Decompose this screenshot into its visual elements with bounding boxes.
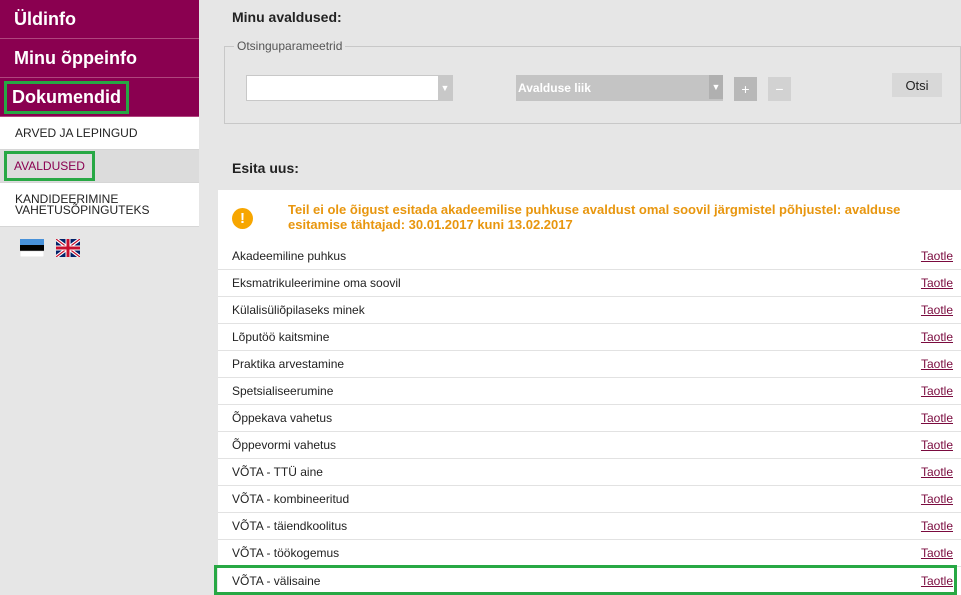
application-type-name: Õppevormi vahetus	[232, 438, 337, 452]
chevron-down-icon: ▼	[709, 75, 723, 99]
apply-link[interactable]: Taotle	[921, 249, 953, 263]
nav-dokumendid-label: Dokumendid	[4, 80, 130, 114]
apply-link[interactable]: Taotle	[921, 465, 953, 479]
nav-dokumendid[interactable]: Dokumendid	[0, 78, 199, 117]
page-title: Minu avaldused:	[232, 9, 342, 25]
sub-item-arved-label: ARVED JA LEPINGUD	[15, 126, 138, 140]
list-item: VÕTA - töökogemus Taotle	[218, 540, 961, 567]
list-item: Spetsialiseerumine Taotle	[218, 378, 961, 405]
sub-item-arved[interactable]: ARVED JA LEPINGUD	[0, 117, 199, 150]
list-item: VÕTA - TTÜ aine Taotle	[218, 459, 961, 486]
apply-link[interactable]: Taotle	[921, 438, 953, 452]
apply-link[interactable]: Taotle	[921, 519, 953, 533]
sub-nav: ARVED JA LEPINGUD AVALDUSED KANDIDEERIMI…	[0, 117, 199, 227]
main-content: Minu avaldused: Otsinguparameetrid ▼ Ava…	[214, 0, 961, 595]
search-fieldset: Otsinguparameetrid ▼ Avalduse liik ▼ + −…	[224, 39, 961, 124]
minus-icon: −	[775, 81, 784, 97]
chevron-down-icon: ▼	[438, 76, 452, 100]
list-item: VÕTA - välisaine Taotle	[218, 567, 961, 594]
apply-link[interactable]: Taotle	[921, 276, 953, 290]
list-item: Õppevormi vahetus Taotle	[218, 432, 961, 459]
apply-link[interactable]: Taotle	[921, 384, 953, 398]
list-item: Akadeemiline puhkus Taotle	[218, 243, 961, 270]
list-item: Lõputöö kaitsmine Taotle	[218, 324, 961, 351]
application-type-name: VÕTA - täiendkoolitus	[232, 519, 348, 533]
application-type-name: Praktika arvestamine	[232, 357, 345, 371]
apply-link[interactable]: Taotle	[921, 546, 953, 560]
application-panel: ! Teil ei ole õigust esitada akadeemilis…	[214, 190, 961, 595]
application-type-name: Õppekava vahetus	[232, 411, 333, 425]
nav-uldinfo[interactable]: Üldinfo	[0, 0, 199, 39]
nav-minu-oppeinfo[interactable]: Minu õppeinfo	[0, 39, 199, 78]
application-type-select[interactable]: Avalduse liik ▼	[516, 75, 723, 101]
search-legend: Otsinguparameetrid	[234, 39, 346, 53]
uk-flag-icon[interactable]	[56, 239, 80, 257]
application-type-name: Külalisüliõpilaseks minek	[232, 303, 365, 317]
application-type-name: VÕTA - TTÜ aine	[232, 465, 323, 479]
search-button[interactable]: Otsi	[892, 73, 942, 97]
plus-icon: +	[741, 81, 750, 97]
application-type-name: VÕTA - välisaine	[232, 573, 321, 588]
submit-new-title: Esita uus:	[232, 160, 299, 176]
application-type-name: Lõputöö kaitsmine	[232, 330, 330, 344]
nav-uldinfo-label: Üldinfo	[14, 8, 76, 29]
add-filter-button[interactable]: +	[734, 77, 757, 101]
list-item: VÕTA - kombineeritud Taotle	[218, 486, 961, 513]
warning-message: ! Teil ei ole õigust esitada akadeemilis…	[218, 190, 961, 242]
apply-link[interactable]: Taotle	[921, 330, 953, 344]
list-item: Eksmatrikuleerimine oma soovil Taotle	[218, 270, 961, 297]
remove-filter-button[interactable]: −	[768, 77, 791, 101]
application-type-name: VÕTA - töökogemus	[232, 546, 340, 560]
apply-link[interactable]: Taotle	[921, 574, 953, 588]
sidebar: Üldinfo Minu õppeinfo Dokumendid ARVED J…	[0, 0, 199, 595]
list-item: VÕTA - täiendkoolitus Taotle	[218, 513, 961, 540]
apply-link[interactable]: Taotle	[921, 411, 953, 425]
apply-link[interactable]: Taotle	[921, 303, 953, 317]
apply-link[interactable]: Taotle	[921, 357, 953, 371]
nav-minu-oppeinfo-label: Minu õppeinfo	[14, 47, 137, 68]
list-item: Õppekava vahetus Taotle	[218, 405, 961, 432]
application-type-name: Eksmatrikuleerimine oma soovil	[232, 276, 401, 290]
list-item: Külalisüliõpilaseks minek Taotle	[218, 297, 961, 324]
language-flags	[0, 227, 199, 257]
sub-item-avaldused-label: AVALDUSED	[4, 151, 95, 181]
filter-select-1[interactable]: ▼	[246, 75, 453, 101]
sub-item-avaldused[interactable]: AVALDUSED	[0, 150, 199, 183]
application-type-name: VÕTA - kombineeritud	[232, 492, 350, 506]
sub-item-kandideerimine-label: KANDIDEERIMINE VAHETUSÕPINGUTEKS	[15, 191, 150, 217]
application-type-value: Avalduse liik	[518, 81, 591, 95]
application-list: Akadeemiline puhkus Taotle Eksmatrikuleeri…	[214, 243, 961, 595]
estonian-flag-icon[interactable]	[20, 239, 44, 257]
warning-icon: !	[232, 208, 253, 229]
warning-text: Teil ei ole õigust esitada akadeemilise …	[288, 202, 901, 232]
sub-item-kandideerimine[interactable]: KANDIDEERIMINE VAHETUSÕPINGUTEKS	[0, 183, 199, 227]
application-type-name: Akadeemiline puhkus	[232, 249, 347, 263]
application-type-name: Spetsialiseerumine	[232, 384, 334, 398]
apply-link[interactable]: Taotle	[921, 492, 953, 506]
list-item: Praktika arvestamine Taotle	[218, 351, 961, 378]
